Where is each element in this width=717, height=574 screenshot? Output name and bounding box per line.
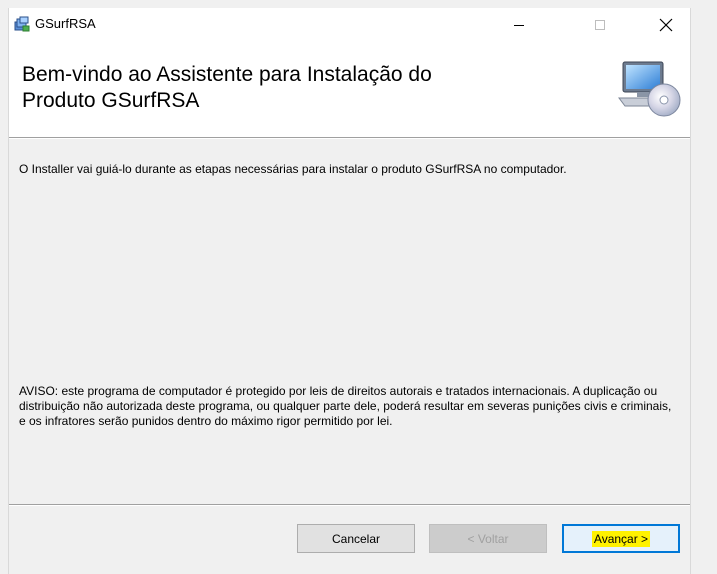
installer-icon xyxy=(14,16,30,32)
title-bar[interactable]: GSurfRSA xyxy=(9,8,690,42)
close-icon[interactable] xyxy=(643,8,689,42)
back-button[interactable]: < Voltar xyxy=(429,524,547,553)
header-divider xyxy=(9,137,690,139)
wizard-header: Bem-vindo ao Assistente para Instalação … xyxy=(9,42,690,138)
copyright-warning: AVISO: este programa de computador é pro… xyxy=(19,384,672,428)
installer-window: GSurfRSA Bem-vindo ao Assistente para In… xyxy=(8,8,691,574)
page-title: Bem-vindo ao Assistente para Instalação … xyxy=(22,63,432,112)
next-button-label: Avançar > xyxy=(591,530,651,547)
maximize-icon[interactable] xyxy=(577,8,623,42)
window-title: GSurfRSA xyxy=(35,16,96,31)
intro-text: O Installer vai guiá-lo durante as etapa… xyxy=(19,162,567,176)
cancel-button[interactable]: Cancelar xyxy=(297,524,415,553)
minimize-icon[interactable] xyxy=(496,8,542,42)
computer-cd-icon xyxy=(617,56,683,120)
next-button[interactable]: Avançar > xyxy=(562,524,680,553)
footer-divider xyxy=(9,504,690,506)
